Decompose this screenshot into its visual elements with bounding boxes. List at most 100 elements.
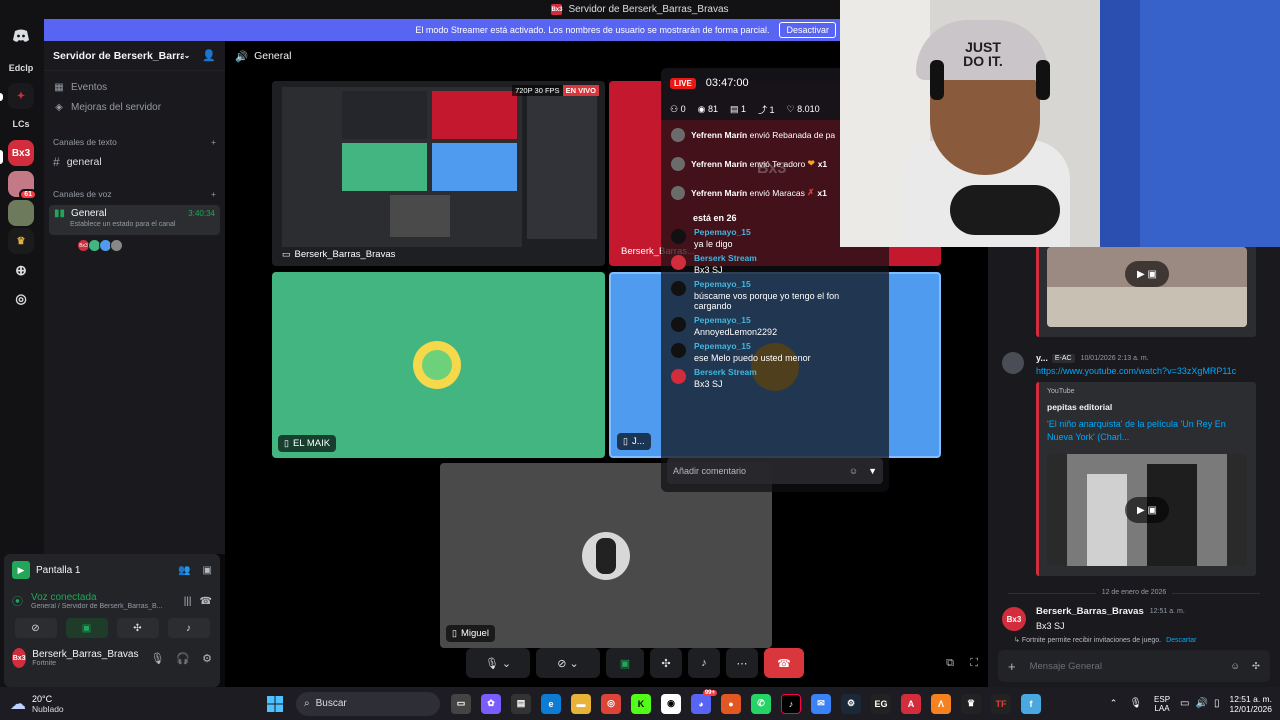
volume-icon[interactable]: 🔊: [1195, 698, 1207, 709]
network-icon[interactable]: ▭: [1180, 698, 1189, 709]
embed-title[interactable]: 'El niño anarquista' de la película 'Un …: [1047, 418, 1247, 444]
server-landscape-icon[interactable]: [8, 200, 34, 226]
task-view-icon[interactable]: ▭: [451, 693, 471, 714]
add-voice-channel-icon[interactable]: +: [211, 189, 216, 199]
apps-icon[interactable]: ✣: [1252, 661, 1260, 672]
disconnect-button[interactable]: ☎: [764, 648, 804, 678]
soundboard-button[interactable]: ♪: [688, 648, 720, 678]
camera-off-button[interactable]: ⊘: [14, 618, 57, 638]
microphone-button[interactable]: 🎙 ⌄: [466, 648, 530, 678]
share-screen-button[interactable]: ▣: [65, 618, 108, 638]
obs-icon[interactable]: ◉: [661, 693, 681, 714]
activities-button[interactable]: ✣: [650, 648, 682, 678]
file-explorer-icon[interactable]: ▬: [571, 693, 591, 714]
weather-widget[interactable]: ☁ 20°C Nublado: [0, 694, 260, 714]
app-crest-icon[interactable]: ♛: [961, 693, 981, 714]
voice-channels-category[interactable]: Canales de voz +: [44, 185, 225, 203]
app-orange-icon[interactable]: Λ: [931, 693, 951, 714]
video-thumbnail[interactable]: ▶ ▣: [1047, 454, 1247, 566]
server-avatar-icon[interactable]: 61: [8, 171, 37, 200]
server-lcs[interactable]: LCs: [8, 111, 34, 137]
invite-icon[interactable]: 👥: [178, 565, 190, 576]
sound-wave-icon[interactable]: |||: [184, 596, 192, 607]
epic-games-icon[interactable]: EG: [871, 693, 891, 714]
message-author[interactable]: Berserk_Barras_Bravas: [1036, 606, 1144, 617]
events-link[interactable]: ▦ Eventos: [44, 77, 225, 97]
tiktok-icon[interactable]: ♪: [781, 693, 801, 714]
microphone-icon[interactable]: 🎙: [150, 652, 164, 665]
live-comment-input[interactable]: Añadir comentario ☺ ▼: [667, 458, 883, 484]
windows-start-icon[interactable]: [265, 694, 285, 714]
copilot-icon[interactable]: ✿: [481, 693, 501, 714]
comment-user: Pepemayo_15: [694, 279, 751, 289]
add-server-icon[interactable]: ⊕: [8, 257, 34, 283]
microphone-icon[interactable]: 🎙: [1129, 698, 1142, 709]
language-indicator[interactable]: ESP LAA: [1154, 695, 1170, 713]
fullscreen-icon[interactable]: ⛶: [970, 657, 978, 670]
settings-gear-icon[interactable]: ⚙: [202, 652, 212, 665]
embed-author[interactable]: pepitas editorial: [1047, 402, 1112, 412]
emoji-icon[interactable]: ☺: [1230, 661, 1240, 672]
voice-channel-status[interactable]: Establece un estado para el canal: [70, 221, 215, 228]
store-icon[interactable]: ▤: [511, 693, 531, 714]
dismiss-link[interactable]: Descartar: [1166, 637, 1196, 644]
play-icon[interactable]: ▶ ▣: [1125, 261, 1169, 287]
participant-tile[interactable]: ▯ EL MAIK: [272, 272, 605, 458]
avatar[interactable]: [110, 239, 123, 252]
server-red-emblem-icon[interactable]: ✦: [8, 83, 34, 109]
kick-icon[interactable]: K: [631, 693, 651, 714]
screen-share-tile[interactable]: 720P 30 FPS EN VIVO ▭ Berserk_Barras_Brav…: [272, 81, 605, 266]
avatar[interactable]: [1002, 352, 1024, 374]
add-user-icon[interactable]: 👤: [202, 49, 216, 62]
tiktok-studio-icon[interactable]: TF: [991, 693, 1011, 714]
message-link[interactable]: https://www.youtube.com/watch?v=33zXgMRP…: [1036, 366, 1236, 376]
voice-location[interactable]: General / Servidor de Berserk_Barras_B..…: [31, 603, 163, 610]
add-attachment-icon[interactable]: +: [1008, 659, 1016, 674]
message-input[interactable]: + Mensaje General ☺ ✣: [998, 650, 1270, 682]
filter-icon[interactable]: ▼: [868, 466, 877, 476]
messenger-icon[interactable]: ✉: [811, 693, 831, 714]
more-options-button[interactable]: ⋯: [726, 648, 758, 678]
disable-streamer-button[interactable]: Desactivar: [779, 22, 836, 38]
disconnect-icon[interactable]: ☎: [200, 596, 212, 607]
edge-icon[interactable]: e: [541, 693, 561, 714]
message-author[interactable]: y...: [1036, 353, 1048, 363]
channel-general[interactable]: # general: [44, 151, 225, 173]
video-thumbnail[interactable]: ▶ ▣: [1047, 247, 1247, 327]
steam-icon[interactable]: ⚙: [841, 693, 861, 714]
whatsapp-icon[interactable]: ✆: [751, 693, 771, 714]
server-bx3[interactable]: Bx3: [8, 140, 34, 166]
server-header[interactable]: Servidor de Berserk_Barras... ⌄ 👤: [44, 41, 225, 71]
stop-share-icon[interactable]: ▣: [203, 565, 212, 576]
chevron-up-icon[interactable]: ⌃: [1110, 698, 1118, 709]
app-red-icon[interactable]: A: [901, 693, 921, 714]
soundboard-button[interactable]: ♪: [167, 618, 210, 638]
emoji-icon[interactable]: ☺: [849, 466, 858, 476]
username[interactable]: Berserk_Barras_Bravas: [32, 649, 138, 660]
app-blue-icon[interactable]: f: [1021, 693, 1041, 714]
chrome-icon[interactable]: ◎: [601, 693, 621, 714]
boosts-link[interactable]: ◈ Mejoras del servidor: [44, 97, 225, 117]
date-text: 12 de enero de 2026: [1095, 589, 1173, 596]
popout-icon[interactable]: ⧉: [946, 657, 954, 670]
camera-button[interactable]: ⊘ ⌄: [536, 648, 600, 678]
add-channel-icon[interactable]: +: [211, 137, 216, 147]
activities-button[interactable]: ✣: [116, 618, 159, 638]
headphones-icon[interactable]: 🎧: [176, 652, 190, 665]
voice-status[interactable]: Voz conectada: [31, 592, 176, 603]
avatar[interactable]: Bx3: [12, 648, 27, 668]
explore-icon[interactable]: ◎: [8, 286, 34, 312]
discord-home-icon[interactable]: [8, 23, 34, 49]
clock[interactable]: 12:51 a. m. 12/01/2026: [1229, 694, 1272, 714]
discord-taskbar-icon[interactable]: ◕ 99+: [691, 689, 717, 714]
text-channels-category[interactable]: Canales de texto +: [44, 133, 225, 151]
battery-icon[interactable]: ▯: [1214, 698, 1220, 709]
avatar[interactable]: Bx3: [1002, 607, 1026, 631]
taskbar-search[interactable]: ⌕ Buscar: [296, 691, 440, 716]
server-crest-icon[interactable]: ♛: [8, 228, 34, 254]
share-screen-button[interactable]: ▣: [606, 648, 644, 678]
play-icon[interactable]: ▶ ▣: [1125, 497, 1169, 523]
voice-channel-general[interactable]: ▮▮ General 3:40:34 Establece un estado par…: [49, 205, 220, 235]
server-edclp[interactable]: Edclp: [8, 55, 34, 81]
firefox-icon[interactable]: ●: [721, 693, 741, 714]
